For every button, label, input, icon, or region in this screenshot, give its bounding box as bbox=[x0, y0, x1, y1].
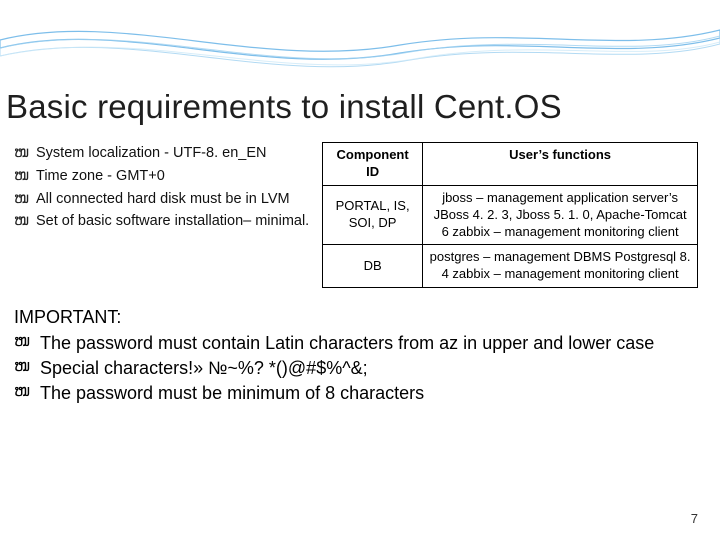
requirements-list: ໜ System localization - UTF-8. en_EN ໜ T… bbox=[14, 142, 322, 288]
list-item: ໜ System localization - UTF-8. en_EN bbox=[14, 144, 322, 163]
list-item-text: Set of basic software installation– mini… bbox=[36, 212, 322, 231]
list-item: ໜ All connected hard disk must be in LVM bbox=[14, 190, 322, 209]
table-row: DB postgres – management DBMS Postgresql… bbox=[323, 245, 698, 288]
list-item: ໜ The password must contain Latin charac… bbox=[14, 332, 706, 355]
list-item-text: All connected hard disk must be in LVM bbox=[36, 190, 322, 209]
table-row: PORTAL, IS, SOI, DP jboss – management a… bbox=[323, 185, 698, 245]
list-item-text: System localization - UTF-8. en_EN bbox=[36, 144, 322, 163]
list-item-text: The password must be minimum of 8 charac… bbox=[40, 382, 706, 405]
bullet-icon: ໜ bbox=[14, 190, 36, 209]
list-item: ໜ Special characters!» №~%? *()@#$%^&; bbox=[14, 357, 706, 380]
bullet-icon: ໜ bbox=[14, 167, 36, 186]
bullet-icon: ໜ bbox=[14, 357, 40, 380]
list-item: ໜ Time zone - GMT+0 bbox=[14, 167, 322, 186]
bullet-icon: ໜ bbox=[14, 332, 40, 355]
bullet-icon: ໜ bbox=[14, 212, 36, 231]
important-section: IMPORTANT: ໜ The password must contain L… bbox=[14, 306, 706, 406]
cell-component-id: PORTAL, IS, SOI, DP bbox=[323, 185, 423, 245]
list-item-text: The password must contain Latin characte… bbox=[40, 332, 706, 355]
col-component-id: Component ID bbox=[323, 143, 423, 186]
bullet-icon: ໜ bbox=[14, 144, 36, 163]
list-item-text: Special characters!» №~%? *()@#$%^&; bbox=[40, 357, 706, 380]
col-user-functions: User’s functions bbox=[423, 143, 698, 186]
cell-user-functions: jboss – management application server’s … bbox=[423, 185, 698, 245]
cell-component-id: DB bbox=[323, 245, 423, 288]
bullet-icon: ໜ bbox=[14, 382, 40, 405]
page-number: 7 bbox=[691, 511, 698, 526]
table-header-row: Component ID User’s functions bbox=[323, 143, 698, 186]
cell-user-functions: postgres – management DBMS Postgresql 8.… bbox=[423, 245, 698, 288]
components-table: Component ID User’s functions PORTAL, IS… bbox=[322, 142, 698, 288]
slide-title: Basic requirements to install Cent.OS bbox=[6, 88, 706, 126]
list-item-text: Time zone - GMT+0 bbox=[36, 167, 322, 186]
important-heading: IMPORTANT: bbox=[14, 306, 706, 329]
list-item: ໜ The password must be minimum of 8 char… bbox=[14, 382, 706, 405]
list-item: ໜ Set of basic software installation– mi… bbox=[14, 212, 322, 231]
